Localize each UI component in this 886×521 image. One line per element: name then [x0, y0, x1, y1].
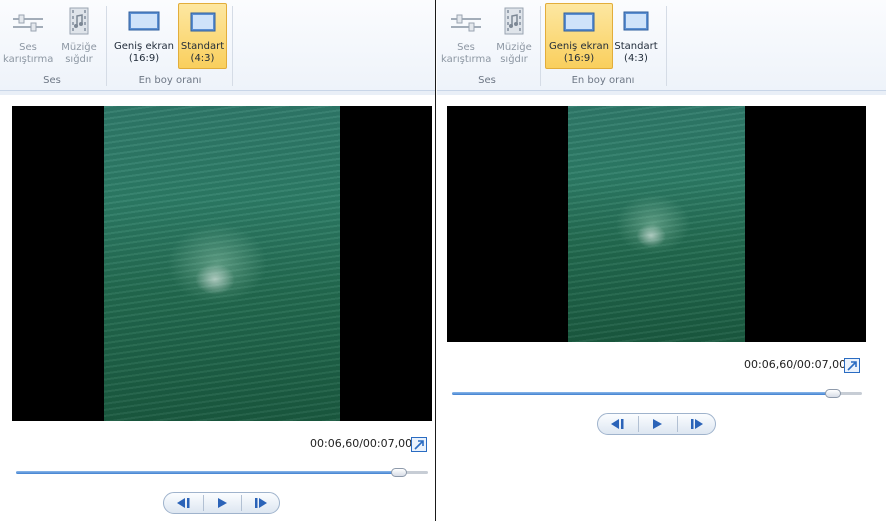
audio-mix-label-1: Ses — [19, 42, 37, 53]
standard-button[interactable]: Standart (4:3) — [178, 3, 227, 69]
previous-frame-button[interactable] — [600, 414, 637, 434]
seek-bar-played[interactable] — [452, 392, 837, 395]
fit-to-music-label-1: Müziğe — [61, 42, 97, 53]
standard-button[interactable]: Standart (4:3) — [613, 3, 659, 69]
widescreen-label-1: Geniş ekran — [549, 41, 609, 52]
standard-label-1: Standart — [614, 41, 658, 52]
timecode: 00:06,60/00:07,00 — [744, 358, 847, 371]
audio-mix-label-1: Ses — [457, 42, 475, 53]
standard-label-2: (4:3) — [624, 53, 648, 64]
audio-mix-button[interactable]: Ses karıştırma — [441, 3, 491, 69]
standard-label-1: Standart — [180, 41, 225, 52]
next-frame-button[interactable] — [242, 493, 278, 513]
ribbon-shadow — [437, 91, 886, 95]
pane-divider — [435, 0, 436, 521]
group-divider — [106, 6, 107, 86]
transport-controls — [163, 492, 280, 514]
mixer-sliders-icon — [13, 14, 43, 32]
widescreen-button[interactable]: Geniş ekran (16:9) — [112, 3, 176, 69]
standard-label-2: (4:3) — [190, 53, 215, 64]
widescreen-label-2: (16:9) — [563, 53, 595, 64]
video-preview[interactable] — [447, 106, 866, 342]
film-music-icon — [504, 7, 524, 35]
seek-thumb[interactable] — [825, 389, 841, 398]
audio-mix-label-2: karıştırma — [3, 54, 54, 65]
ribbon: Ses karıştırma Müziğe sığdır Ses Geniş e… — [0, 0, 435, 91]
transport-controls — [597, 413, 716, 435]
mixer-sliders-icon — [451, 14, 481, 32]
next-frame-icon — [255, 498, 267, 508]
popout-arrow-icon[interactable] — [411, 437, 427, 452]
fit-to-music-button[interactable]: Müziğe sığdır — [491, 3, 537, 69]
video-frame — [104, 106, 340, 421]
play-icon — [653, 419, 662, 429]
video-frame — [568, 106, 745, 342]
aspect-ratio-group-label: En boy oranı — [138, 75, 202, 86]
monitor-icon — [128, 11, 160, 31]
previous-frame-icon — [177, 498, 190, 508]
ribbon: Ses karıştırma Müziğe sığdır Ses Geniş e… — [437, 0, 886, 91]
group-divider — [232, 6, 233, 86]
monitor-icon — [190, 12, 215, 32]
previous-frame-icon — [611, 419, 624, 429]
previous-frame-button[interactable] — [166, 493, 202, 513]
fit-to-music-label-2: sığdır — [65, 54, 93, 65]
video-preview[interactable] — [12, 106, 432, 421]
group-divider — [540, 6, 541, 86]
play-button[interactable] — [204, 493, 240, 513]
audio-mix-label-2: karıştırma — [441, 54, 492, 65]
next-frame-button[interactable] — [678, 414, 715, 434]
fit-to-music-label-2: sığdır — [500, 54, 528, 65]
popout-arrow-icon[interactable] — [844, 358, 860, 373]
right-editor-pane: Ses karıştırma Müziğe sığdır Ses Geniş e… — [437, 0, 886, 521]
widescreen-label-2: (16:9) — [128, 53, 160, 64]
monitor-icon — [563, 12, 595, 32]
play-icon — [218, 498, 227, 508]
next-frame-icon — [691, 419, 703, 429]
film-music-icon — [69, 7, 89, 35]
widescreen-label-1: Geniş ekran — [114, 41, 174, 52]
audio-group-label: Ses — [478, 75, 496, 86]
audio-mix-button[interactable]: Ses karıştırma — [3, 3, 53, 69]
group-divider — [666, 6, 667, 86]
monitor-icon — [623, 11, 649, 31]
seek-bar-played[interactable] — [16, 471, 400, 474]
widescreen-button[interactable]: Geniş ekran (16:9) — [545, 3, 613, 69]
fit-to-music-button[interactable]: Müziğe sığdır — [56, 3, 102, 69]
audio-group-label: Ses — [43, 75, 61, 86]
left-editor-pane: Ses karıştırma Müziğe sığdır Ses Geniş e… — [0, 0, 435, 521]
fit-to-music-label-1: Müziğe — [496, 42, 532, 53]
aspect-ratio-group-label: En boy oranı — [571, 75, 635, 86]
seek-thumb[interactable] — [391, 468, 407, 477]
ribbon-shadow — [0, 91, 435, 95]
play-button[interactable] — [639, 414, 676, 434]
timecode: 00:06,60/00:07,00 — [310, 437, 413, 450]
